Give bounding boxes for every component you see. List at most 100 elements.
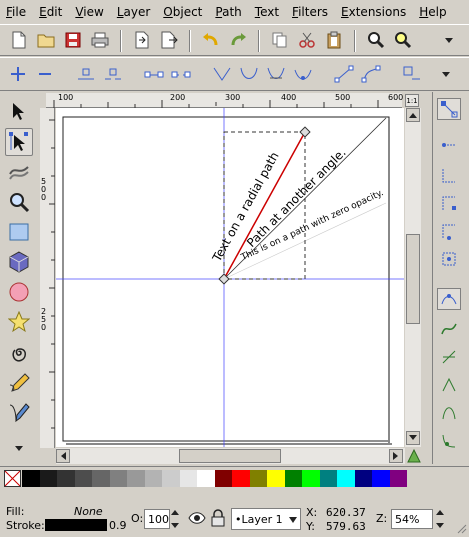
resize-grip-icon[interactable] — [455, 522, 467, 537]
node-tool-icon[interactable] — [5, 128, 33, 156]
delete-node-icon[interactable] — [34, 63, 56, 85]
scroll-up-icon[interactable] — [406, 108, 420, 122]
color-swatch[interactable] — [354, 470, 372, 487]
pen-tool-icon[interactable] — [5, 398, 33, 426]
scroll-left-icon[interactable] — [56, 449, 70, 463]
tweak-tool-icon[interactable] — [5, 158, 33, 186]
horizontal-scrollbar[interactable] — [56, 448, 405, 464]
symmetric-node-icon[interactable] — [265, 63, 287, 85]
color-swatch[interactable] — [284, 470, 302, 487]
star-tool-icon[interactable] — [5, 308, 33, 336]
export-icon[interactable] — [158, 29, 180, 51]
menu-extensions[interactable]: Extensions — [341, 5, 406, 19]
join-nodes-icon[interactable] — [75, 63, 97, 85]
zoom-tool-icon[interactable] — [5, 188, 33, 216]
color-swatch[interactable] — [22, 470, 40, 487]
spiral-tool-icon[interactable] — [5, 338, 33, 366]
3d-box-tool-icon[interactable] — [5, 248, 33, 276]
color-swatch[interactable] — [57, 470, 75, 487]
menu-filters[interactable]: Filters — [292, 5, 328, 19]
snap-bbox-corners-icon[interactable] — [437, 192, 461, 214]
snap-bbox-midpoints-icon[interactable] — [437, 220, 461, 242]
color-swatch[interactable] — [127, 470, 145, 487]
menu-text[interactable]: Text — [255, 5, 279, 19]
color-swatch[interactable] — [144, 470, 162, 487]
auto-smooth-node-icon[interactable] — [292, 63, 314, 85]
snap-smooth-nodes-icon[interactable] — [437, 402, 461, 424]
menu-file[interactable]: File — [6, 5, 26, 19]
undo-icon[interactable] — [200, 29, 222, 51]
menu-path[interactable]: Path — [215, 5, 241, 19]
cusp-node-icon[interactable] — [211, 63, 233, 85]
color-swatch[interactable] — [389, 470, 407, 487]
open-folder-icon[interactable] — [35, 29, 57, 51]
color-swatch[interactable] — [337, 470, 355, 487]
new-document-icon[interactable] — [8, 29, 30, 51]
color-swatch[interactable] — [179, 470, 197, 487]
color-swatch[interactable] — [232, 470, 250, 487]
color-management-icon[interactable] — [406, 448, 422, 464]
scroll-down-icon[interactable] — [406, 431, 420, 445]
zoom-selection-icon[interactable] — [365, 29, 387, 51]
color-swatch[interactable] — [214, 470, 232, 487]
color-swatch[interactable] — [92, 470, 110, 487]
snap-bbox-centers-icon[interactable] — [437, 248, 461, 270]
toolbar-overflow-icon[interactable] — [438, 29, 460, 51]
snap-nodes-icon[interactable] — [437, 288, 461, 310]
snap-midpoints-icon[interactable] — [437, 430, 461, 452]
stroke-swatch[interactable] — [45, 519, 107, 531]
zoom-1-to-1-button[interactable]: 1:1 — [405, 94, 419, 107]
zoom-input[interactable]: 54% — [391, 509, 433, 529]
insert-node-icon[interactable] — [7, 63, 29, 85]
pencil-tool-icon[interactable] — [5, 368, 33, 396]
no-paint-swatch[interactable] — [4, 470, 21, 487]
scroll-right-icon[interactable] — [389, 449, 403, 463]
save-icon[interactable] — [62, 29, 84, 51]
color-swatch[interactable] — [267, 470, 285, 487]
color-swatch[interactable] — [249, 470, 267, 487]
canvas[interactable]: Text on a radial path Path at another an… — [56, 108, 404, 447]
rectangle-tool-icon[interactable] — [5, 218, 33, 246]
object-to-path-icon[interactable] — [401, 63, 423, 85]
color-swatch[interactable] — [302, 470, 320, 487]
print-icon[interactable] — [89, 29, 111, 51]
cut-icon[interactable] — [296, 29, 318, 51]
snap-intersections-icon[interactable] — [437, 346, 461, 368]
vertical-scroll-thumb[interactable] — [406, 234, 420, 324]
import-icon[interactable] — [131, 29, 153, 51]
opacity-spinner[interactable] — [171, 509, 182, 529]
horizontal-scroll-thumb[interactable] — [179, 449, 281, 463]
color-swatch[interactable] — [74, 470, 92, 487]
snap-paths-icon[interactable] — [437, 318, 461, 340]
ellipse-tool-icon[interactable] — [5, 278, 33, 306]
redo-icon[interactable] — [227, 29, 249, 51]
line-segment-icon[interactable] — [333, 63, 355, 85]
copy-icon[interactable] — [269, 29, 291, 51]
layer-selector[interactable]: •Layer 1 — [231, 508, 301, 530]
snap-cusp-nodes-icon[interactable] — [437, 374, 461, 396]
zoom-spinner[interactable] — [436, 509, 447, 529]
node-toolbar-overflow-icon[interactable] — [435, 63, 457, 85]
menu-help[interactable]: Help — [419, 5, 446, 19]
snap-bbox-icon[interactable] — [437, 134, 461, 156]
color-swatch[interactable] — [319, 470, 337, 487]
snap-toggle-icon[interactable] — [437, 98, 461, 120]
menu-edit[interactable]: Edit — [39, 5, 62, 19]
vertical-scrollbar[interactable] — [405, 108, 421, 447]
paste-icon[interactable] — [323, 29, 345, 51]
opacity-input[interactable]: 100 — [144, 509, 170, 529]
selector-tool-icon[interactable] — [5, 98, 33, 126]
smooth-node-icon[interactable] — [238, 63, 260, 85]
color-swatch[interactable] — [39, 470, 57, 487]
break-node-icon[interactable] — [102, 63, 124, 85]
color-swatch[interactable] — [197, 470, 215, 487]
zoom-drawing-icon[interactable] — [392, 29, 414, 51]
layer-lock-icon[interactable] — [211, 509, 225, 530]
delete-segment-icon[interactable] — [170, 63, 192, 85]
curve-segment-icon[interactable] — [360, 63, 382, 85]
menu-layer[interactable]: Layer — [117, 5, 150, 19]
snap-bbox-edges-icon[interactable] — [437, 164, 461, 186]
tool-palette-more-icon[interactable] — [14, 441, 24, 455]
color-swatch[interactable] — [109, 470, 127, 487]
visibility-eye-icon[interactable] — [188, 511, 206, 528]
